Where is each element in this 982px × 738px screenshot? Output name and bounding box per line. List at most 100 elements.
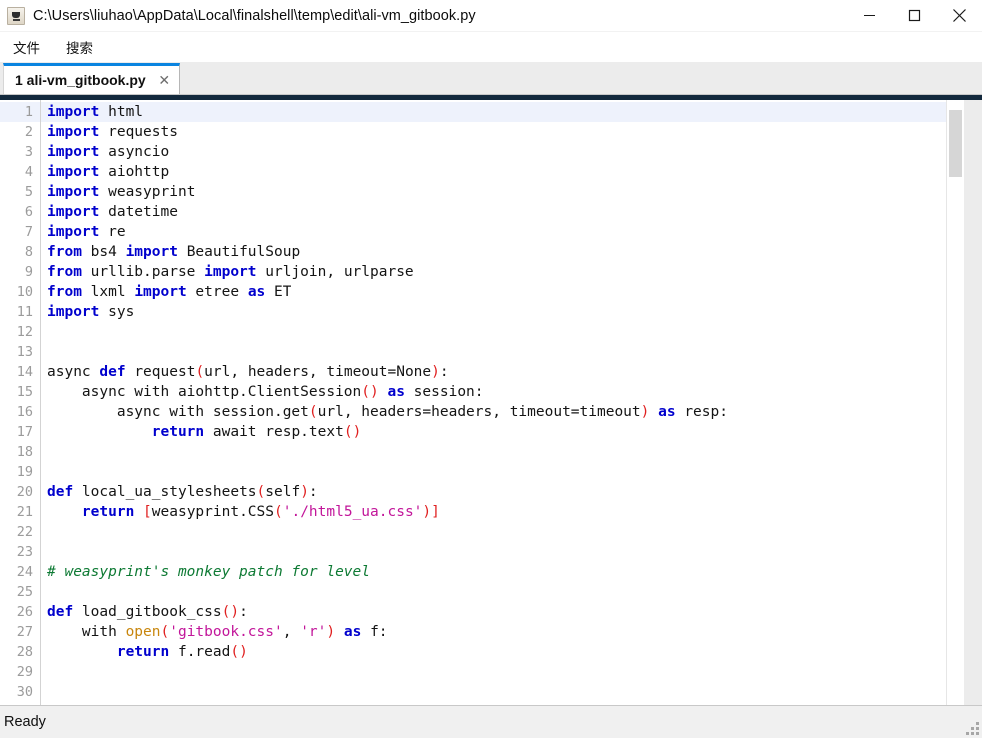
token-pun: )] — [422, 504, 440, 520]
code-line[interactable]: 6 import datetime — [0, 202, 946, 222]
java-coffee-cup-icon — [7, 6, 25, 25]
line-number: 10 — [16, 284, 33, 300]
token-kw: import — [47, 184, 100, 200]
code-line[interactable]: 27 with open('gitbook.css', 'r') as f: — [0, 622, 946, 642]
code-line[interactable]: 14 async def request(url, headers, timeou… — [0, 362, 946, 382]
token-pun: ) — [300, 484, 309, 500]
menu-item-search[interactable]: 搜索 — [66, 34, 105, 60]
token-kw: as — [387, 384, 405, 400]
token-kw: def — [47, 704, 73, 705]
token-pun: ) — [248, 704, 257, 705]
code-line[interactable]: 11 import sys — [0, 302, 946, 322]
token-pun: () — [221, 604, 240, 620]
token-pl: async with session.get — [47, 404, 309, 420]
code-line[interactable]: 23 — [0, 542, 946, 562]
minimize-button[interactable] — [847, 0, 892, 31]
code-line[interactable]: 7 import re — [0, 222, 946, 242]
token-kw: import — [47, 164, 100, 180]
code-line[interactable]: 24 # weasyprint's monkey patch for level — [0, 562, 946, 582]
line-number: 17 — [16, 424, 33, 440]
token-kw: import — [47, 104, 100, 120]
maximize-icon — [908, 9, 921, 22]
close-button[interactable] — [937, 0, 982, 31]
token-pl: urljoin, urlparse — [256, 264, 414, 280]
code-line[interactable]: 30 — [0, 682, 946, 702]
code-line[interactable]: 28 return f.read() — [0, 642, 946, 662]
code-canvas[interactable]: 1 import html 2 import requests 3 import asyn… — [0, 100, 946, 705]
token-pl: urllib.parse — [81, 264, 205, 280]
code-line[interactable]: 12 — [0, 322, 946, 342]
vertical-scrollbar-thumb[interactable] — [949, 110, 962, 177]
code-line[interactable]: 15 async with aiohttp.ClientSession() as… — [0, 382, 946, 402]
token-kw: import — [47, 124, 100, 140]
code-text: with open('gitbook.css', 'r') as f: — [40, 622, 388, 642]
code-line[interactable]: 13 — [0, 342, 946, 362]
code-line[interactable]: 22 — [0, 522, 946, 542]
line-number: 19 — [16, 464, 33, 480]
code-line[interactable]: 29 — [0, 662, 946, 682]
code-line[interactable]: 2 import requests — [0, 122, 946, 142]
token-pl: await resp.text — [204, 424, 344, 440]
tab-label: 1 ali-vm_gitbook.py — [15, 72, 146, 88]
token-str: 'gitbook.css' — [169, 624, 283, 640]
line-number: 11 — [16, 304, 33, 320]
maximize-button[interactable] — [892, 0, 937, 31]
code-text: import asyncio — [40, 142, 169, 162]
code-text: return await resp.text() — [40, 422, 362, 442]
line-number: 27 — [16, 624, 33, 640]
line-number: 25 — [16, 584, 33, 600]
line-number: 23 — [16, 544, 33, 560]
token-pl: f: — [361, 624, 388, 640]
tab-close-icon[interactable]: ✕ — [157, 73, 172, 88]
token-pun: ( — [160, 624, 170, 640]
token-kw: def — [47, 604, 74, 620]
code-line[interactable]: 1 import html — [0, 102, 946, 122]
code-line[interactable]: 26 def load_gitbook_css(): — [0, 602, 946, 622]
token-pl: f.read — [169, 644, 231, 660]
code-line[interactable]: 9 from urllib.parse import urljoin, urlpa… — [0, 262, 946, 282]
vertical-scrollbar[interactable] — [946, 100, 964, 705]
close-icon — [953, 9, 966, 22]
token-pl: lxml — [81, 284, 135, 300]
code-line[interactable]: 10 from lxml import etree as ET — [0, 282, 946, 302]
tab-strip: 1 ali-vm_gitbook.py ✕ — [0, 62, 982, 95]
token-kw: import — [47, 304, 100, 320]
line-number: 16 — [16, 404, 33, 420]
code-line[interactable]: 20 def local_ua_stylesheets(self): — [0, 482, 946, 502]
code-text: import html — [40, 102, 143, 122]
code-line[interactable]: 21 return [weasyprint.CSS('./html5_ua.cs… — [0, 502, 946, 522]
code-line[interactable]: 19 — [0, 462, 946, 482]
token-kw: from — [47, 264, 82, 280]
token-pl: BeautifulSoup — [177, 244, 301, 260]
line-number: 18 — [16, 444, 33, 460]
code-line[interactable]: 16 async with session.get(url, headers=h… — [0, 402, 946, 422]
code-line[interactable]: 18 — [0, 442, 946, 462]
code-line[interactable]: 8 from bs4 import BeautifulSoup — [0, 242, 946, 262]
code-line[interactable]: 3 import asyncio — [0, 142, 946, 162]
code-line[interactable]: 31def get_level_class(num): — [0, 702, 946, 705]
code-text: def load_gitbook_css(): — [40, 602, 248, 622]
code-line[interactable]: 17 return await resp.text() — [0, 422, 946, 442]
token-pl: : — [239, 604, 248, 620]
token-kw: from — [47, 284, 82, 300]
code-line[interactable]: 5 import weasyprint — [0, 182, 946, 202]
token-kw: import — [47, 204, 100, 220]
tab-ali-vm-gitbook-py[interactable]: 1 ali-vm_gitbook.py ✕ — [3, 63, 180, 94]
line-number: 24 — [16, 564, 33, 580]
code-line[interactable]: 25 — [0, 582, 946, 602]
resize-grip-icon[interactable] — [966, 722, 979, 735]
window-title: C:\Users\liuhao\AppData\Local\finalshell… — [33, 7, 476, 24]
code-line[interactable]: 4 import aiohttp — [0, 162, 946, 182]
code-text: from lxml import etree as ET — [40, 282, 291, 302]
token-pl: datetime — [99, 204, 178, 220]
token-pl: request — [125, 364, 196, 380]
code-text: import re — [40, 222, 126, 242]
menu-item-file[interactable]: 文件 — [13, 34, 52, 60]
